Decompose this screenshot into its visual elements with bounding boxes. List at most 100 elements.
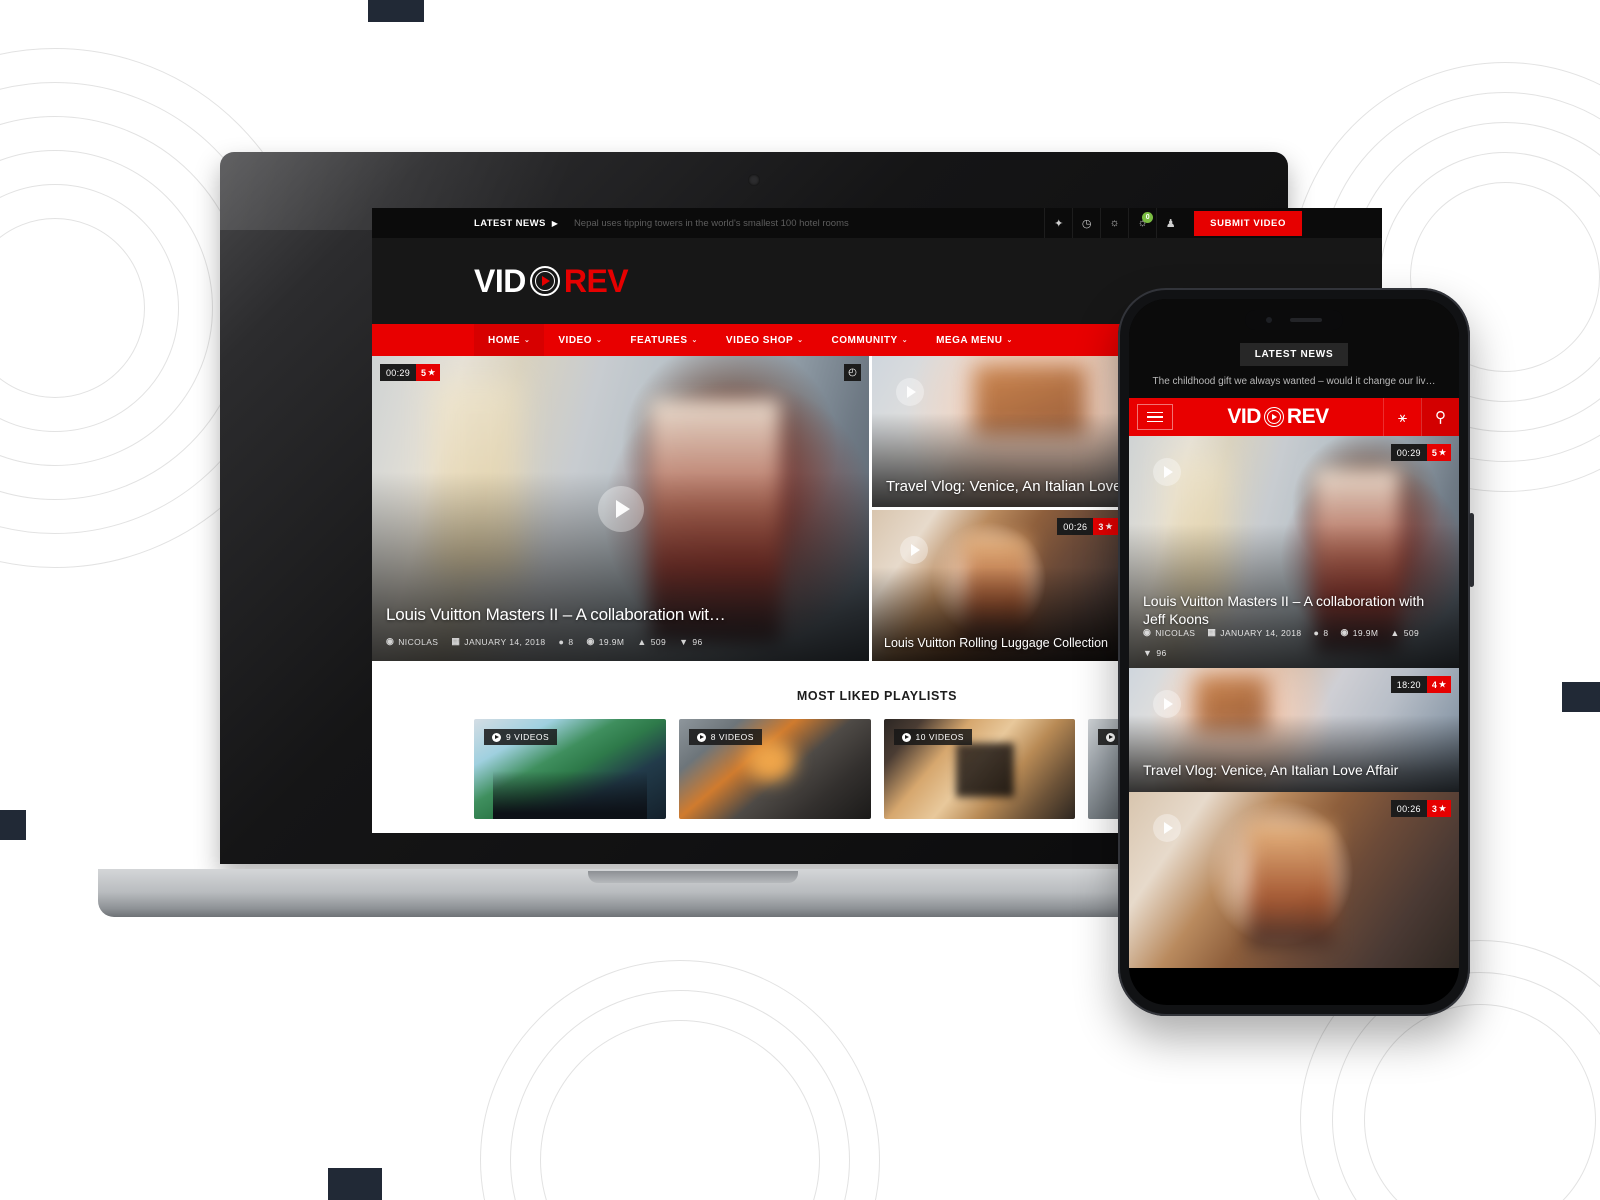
watch-later-icon[interactable]: ◴ [844,364,861,381]
meta-author: ◉ NICOLAS [1143,627,1195,638]
ticker-text: Nepal uses tipping towers in the world's… [573,217,849,229]
meta-views: ◉ 19.9M [1341,627,1379,638]
laptop-base [98,869,1288,917]
rating-value: 3 [1431,803,1437,814]
phone-screen: LATEST NEWS The childhood gift we always… [1129,299,1459,1005]
poster-stage: LATEST NEWS ▶ Nepal uses tipping towers … [0,0,1600,1200]
video-badges: 00:26 3 ★ [1057,518,1118,535]
rating-badge: 3 ★ [1426,800,1451,817]
play-arrow-icon: ▶ [551,218,558,228]
twitter-icon[interactable]: ✦ [1044,208,1072,238]
decorative-square-right [1562,682,1600,712]
rating-value: 5 [421,367,427,378]
play-button[interactable] [900,536,928,564]
meta-comments: ● 8 [559,637,574,647]
chevron-down-icon: ⌄ [901,337,909,344]
playlist-count: 10 VIDEOS [915,732,964,742]
mobile-header: VID REV ⚹ ⚲ [1129,398,1459,436]
chevron-down-icon: ⌄ [596,337,603,344]
dislike-count: 96 [1156,648,1167,658]
nav-item-video-shop[interactable]: VIDEO SHOP ⌄ [712,324,818,356]
topbar-actions: ✦ ◷ ☼ ☼ 0 ♟ SUBMIT VIDEO [1044,208,1382,238]
cart-icon[interactable]: ☼ 0 [1128,208,1156,238]
nav-item-mega-menu[interactable]: MEGA MENU ⌄ [922,324,1027,356]
thumbs-down-icon: ▼ [1143,648,1153,658]
rating-value: 5 [1431,447,1437,458]
latest-news-label: LATEST NEWS [474,217,546,229]
mobile-user-icon[interactable]: ⚹ [1383,398,1421,436]
play-icon [901,732,911,742]
mobile-latest-news-label: LATEST NEWS [1239,343,1349,366]
decorative-square-bottom [328,1168,382,1200]
video-title: Travel Vlog: Venice, An Italian Love Aff… [1143,761,1399,778]
play-button[interactable] [1153,458,1181,486]
play-button[interactable] [1153,690,1181,718]
laptop-mockup: LATEST NEWS ▶ Nepal uses tipping towers … [98,152,1382,917]
play-icon [696,732,706,742]
mobile-search-icon[interactable]: ⚲ [1421,398,1459,436]
eye-icon: ◉ [586,636,595,646]
nav-item-features[interactable]: FEATURES ⌄ [616,324,712,356]
featured-video-card[interactable]: 00:29 5 ★ ◴ Louis Vuitton Masters II – A… [372,356,869,661]
meta-date: ▦ JANUARY 14, 2018 [1207,627,1301,638]
duration-badge: 00:26 [1390,800,1427,817]
mobile-site-logo[interactable]: VID REV [1173,405,1383,429]
thumbs-down-icon: ▼ [679,636,689,647]
playlist-card[interactable]: 9 VIDEOS [474,719,666,819]
nav-item-community[interactable]: COMMUNITY ⌄ [818,324,923,356]
play-button[interactable] [896,378,924,406]
nav-item-home[interactable]: HOME ⌄ [474,324,545,356]
mobile-ticker-text[interactable]: The childhood gift we always wanted – wo… [1129,366,1459,398]
calendar-icon: ▦ [1207,627,1217,637]
play-icon [492,732,501,742]
author-icon: ◉ [1143,627,1152,637]
nav-item-video[interactable]: VIDEO ⌄ [544,324,616,356]
video-title: Louis Vuitton Masters II – A collaborati… [1143,593,1425,627]
video-badges: 00:29 5 ★ [1390,444,1451,461]
eye-icon: ◉ [1340,627,1349,637]
site-topbar: LATEST NEWS ▶ Nepal uses tipping towers … [372,208,1382,238]
mobile-video-card[interactable]: 00:29 5 ★ Louis Vuitton Masters II – A c… [1129,436,1459,668]
like-count: 509 [1403,627,1420,638]
phone-notch [1245,310,1343,330]
logo-text-vid: VID [474,262,526,299]
comment-icon: ● [1313,627,1320,638]
author-name: NICOLAS [1155,627,1196,638]
site-logo[interactable]: VID REV [474,262,629,300]
latest-news-ticker[interactable]: LATEST NEWS ▶ Nepal uses tipping towers … [474,218,849,229]
video-card[interactable]: 00:26 3 ★ Louis Vuitton Rolling Luggage … [872,510,1126,661]
play-button[interactable] [1153,814,1181,842]
bell-icon[interactable]: ☼ [1100,208,1128,238]
mobile-video-card[interactable]: 18:20 4 ★ Travel Vlog: Venice, An Italia… [1129,668,1459,792]
duration-badge: 00:26 [1057,518,1094,535]
rating-value: 4 [1431,679,1437,690]
chevron-down-icon: ⌄ [1006,337,1013,344]
star-icon: ★ [428,368,436,377]
submit-video-button[interactable]: SUBMIT VIDEO [1194,210,1302,236]
phone-side-button[interactable] [1469,513,1474,587]
meta-dislikes: ▼ 96 [679,637,703,647]
play-icon [1106,732,1116,742]
playlist-card[interactable]: 10 VIDEOS [883,719,1076,819]
duration-badge: 00:29 [380,364,417,381]
history-icon[interactable]: ◷ [1072,208,1100,238]
meta-dislikes: ▼ 96 [1143,648,1167,658]
user-icon[interactable]: ♟ [1156,208,1184,238]
gradient-overlay [1129,715,1459,792]
earpiece-speaker [1290,318,1322,322]
publish-date: JANUARY 14, 2018 [1220,627,1302,638]
playlist-count-badge: 9 VIDEOS [484,729,558,745]
mobile-video-card[interactable]: 00:26 3 ★ [1129,792,1459,968]
star-icon: ★ [1438,804,1446,813]
nav-label: VIDEO [558,334,592,346]
playlist-card[interactable]: 8 VIDEOS [678,719,871,819]
video-badges: 18:20 4 ★ [1390,676,1451,693]
publish-date: JANUARY 14, 2018 [464,636,546,647]
chevron-down-icon: ⌄ [524,337,531,344]
play-button[interactable] [597,485,644,532]
video-meta: ◉ NICOLAS ▦ JANUARY 14, 2018 ● 8 ◉ 19.9M ▲ 50… [1143,627,1447,658]
hamburger-menu-icon[interactable] [1137,404,1173,430]
decorative-rings-bottom [480,960,880,1200]
nav-label: MEGA MENU [936,334,1003,346]
front-camera-icon [1266,317,1272,323]
